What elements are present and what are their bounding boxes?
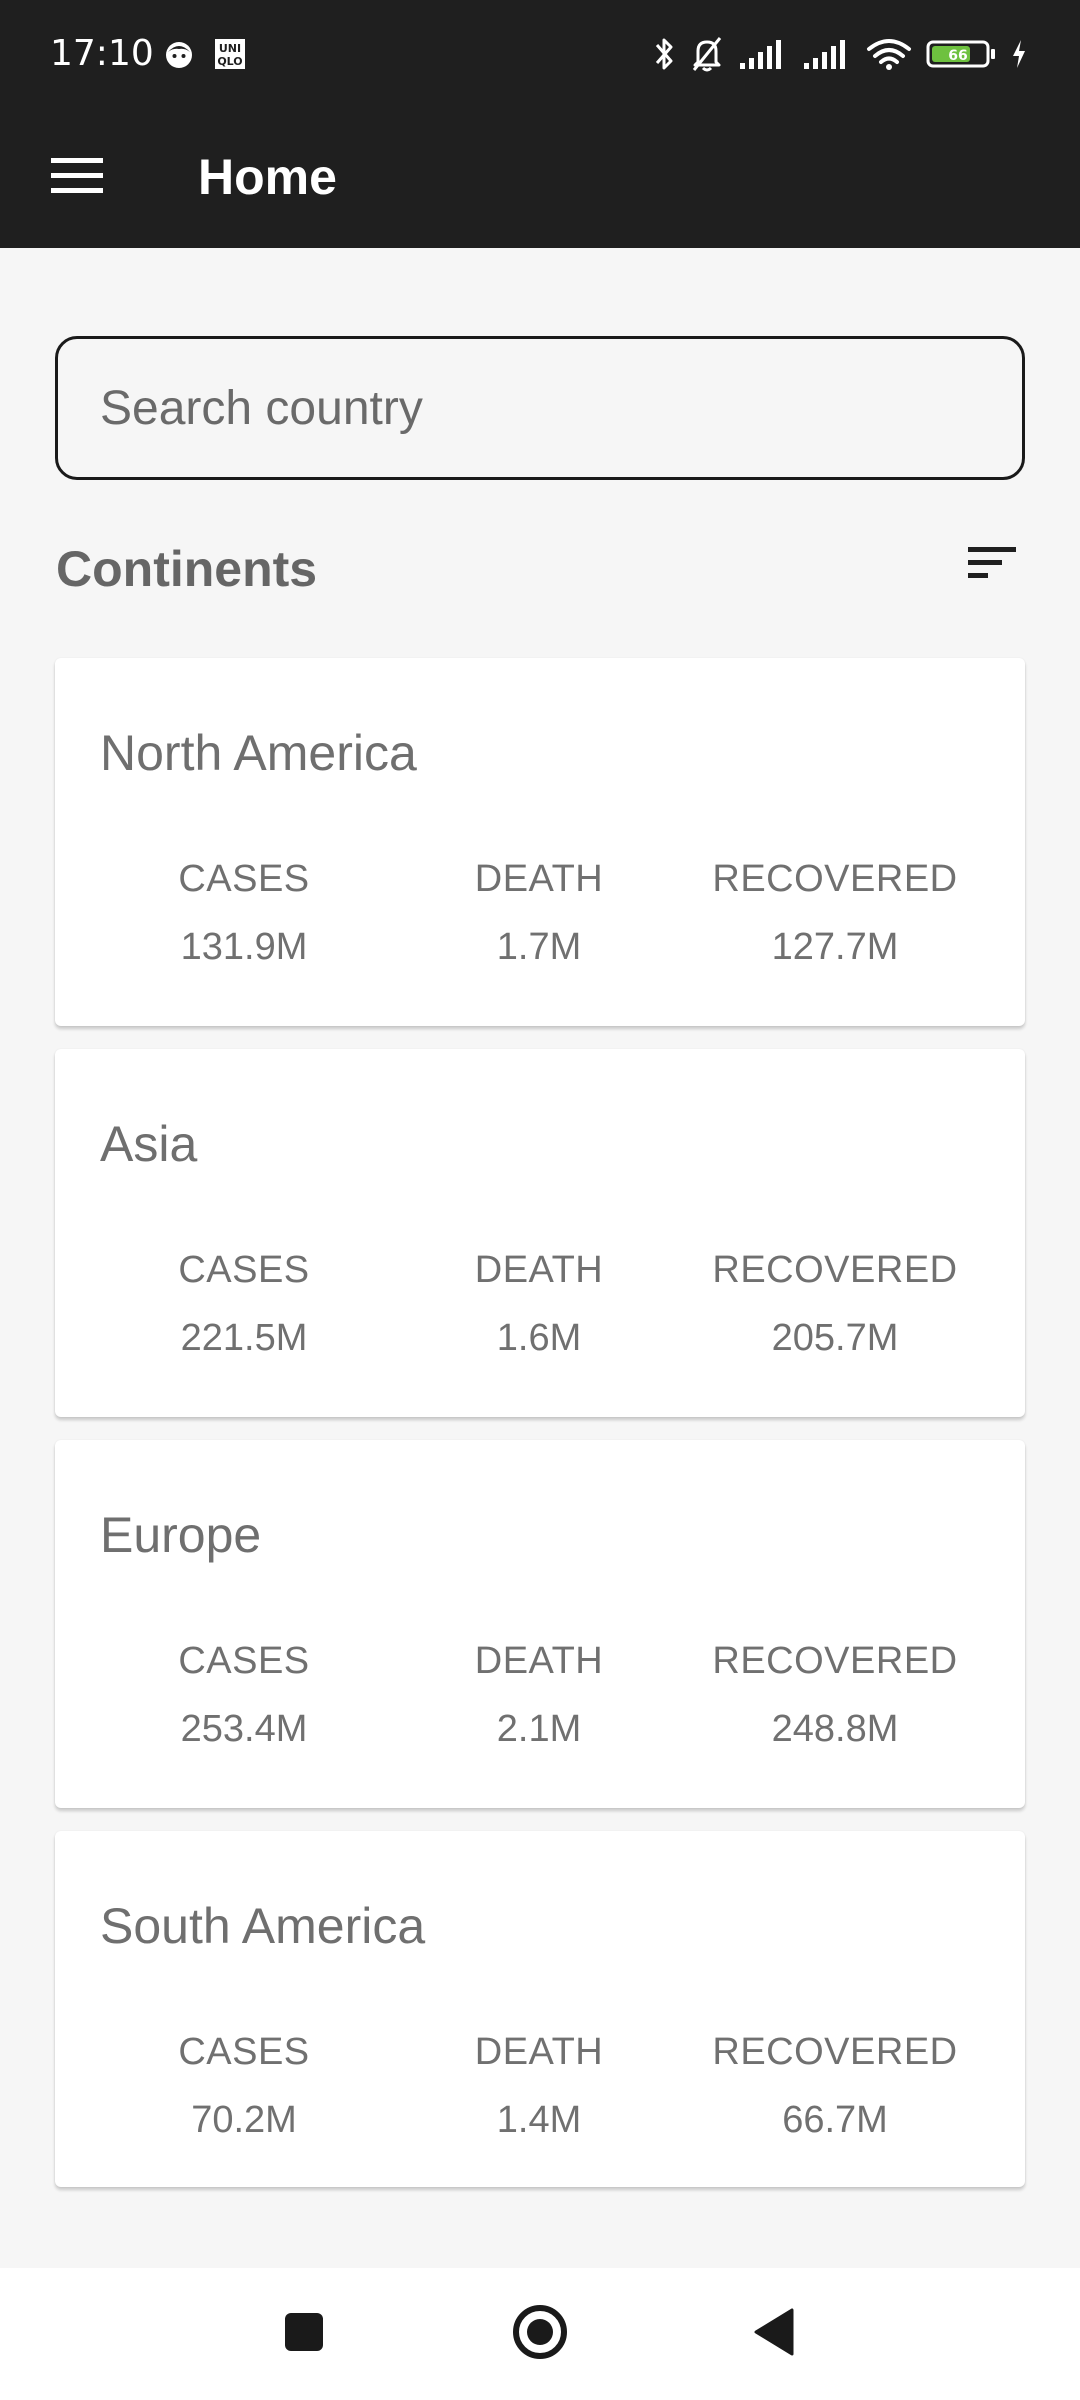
- death-stat: DEATH 2.1M: [389, 1638, 689, 1752]
- recovered-label: RECOVERED: [712, 858, 958, 900]
- recovered-stat: RECOVERED 127.7M: [685, 856, 985, 970]
- continent-name: South America: [100, 1898, 426, 1954]
- death-label: DEATH: [474, 858, 604, 900]
- death-label: DEATH: [474, 1640, 604, 1682]
- cases-stat: CASES 131.9M: [94, 856, 394, 970]
- recovered-value: 248.8M: [771, 1708, 899, 1750]
- death-value: 2.1M: [496, 1708, 582, 1750]
- bell-off-icon: [690, 35, 724, 73]
- charging-icon: [1010, 37, 1028, 71]
- death-value: 1.4M: [496, 2099, 582, 2141]
- cases-stat: CASES 221.5M: [94, 1247, 394, 1361]
- recovered-stat: RECOVERED 205.7M: [685, 1247, 985, 1361]
- sort-icon: [966, 543, 1018, 587]
- wifi-icon: [866, 37, 912, 71]
- death-value: 1.6M: [496, 1317, 582, 1359]
- search-input[interactable]: [98, 379, 982, 437]
- recovered-value: 66.7M: [782, 2099, 888, 2141]
- home-button[interactable]: [500, 2294, 580, 2374]
- continent-name: North America: [100, 725, 417, 781]
- cases-label: CASES: [178, 1249, 310, 1291]
- continent-card-asia[interactable]: Asia CASES 221.5M DEATH 1.6M RECOVERED 2…: [55, 1049, 1025, 1417]
- death-stat: DEATH 1.6M: [389, 1247, 689, 1361]
- sort-button[interactable]: [950, 526, 1034, 604]
- continent-card-south-america[interactable]: South America CASES 70.2M DEATH 1.4M REC…: [55, 1831, 1025, 2187]
- cases-stat: CASES 70.2M: [94, 2029, 394, 2143]
- death-stat: DEATH 1.4M: [389, 2029, 689, 2143]
- cases-stat: CASES 253.4M: [94, 1638, 394, 1752]
- status-time: 17:10: [50, 33, 154, 74]
- recovered-label: RECOVERED: [712, 2031, 958, 2073]
- menu-button[interactable]: [30, 138, 125, 218]
- signal-icon: [802, 37, 852, 71]
- continent-name: Europe: [100, 1507, 262, 1563]
- cases-label: CASES: [178, 858, 310, 900]
- back-button[interactable]: [734, 2294, 814, 2374]
- recents-button[interactable]: [264, 2294, 344, 2374]
- search-field[interactable]: [55, 336, 1025, 480]
- hamburger-menu-icon: [50, 156, 105, 200]
- recovered-value: 205.7M: [771, 1317, 899, 1359]
- battery-icon: 66: [926, 37, 996, 71]
- death-label: DEATH: [474, 1249, 604, 1291]
- recovered-label: RECOVERED: [712, 1640, 958, 1682]
- section-title: Continents: [56, 541, 318, 597]
- system-nav-bar: [0, 2268, 1080, 2400]
- cases-label: CASES: [178, 1640, 310, 1682]
- cases-label: CASES: [178, 2031, 310, 2073]
- battery-level-text: 66: [948, 48, 967, 64]
- uniqlo-notification-icon: UNI QLO: [214, 38, 246, 70]
- status-bar: 17:10 UNI QLO 66: [0, 0, 1080, 108]
- signal-icon: [738, 37, 788, 71]
- cases-value: 221.5M: [180, 1317, 308, 1359]
- cases-value: 70.2M: [191, 2099, 297, 2141]
- recovered-stat: RECOVERED 248.8M: [685, 1638, 985, 1752]
- continent-card-north-america[interactable]: North America CASES 131.9M DEATH 1.7M RE…: [55, 658, 1025, 1026]
- bluetooth-icon: [654, 35, 676, 73]
- uniqlo-logo-text-top: UNI: [219, 42, 241, 55]
- death-stat: DEATH 1.7M: [389, 856, 689, 970]
- continent-name: Asia: [100, 1116, 198, 1172]
- death-label: DEATH: [474, 2031, 604, 2073]
- recents-square-icon: [282, 2310, 326, 2358]
- uniqlo-logo-text-bottom: QLO: [217, 55, 242, 68]
- death-value: 1.7M: [496, 926, 582, 968]
- recovered-stat: RECOVERED 66.7M: [685, 2029, 985, 2143]
- recovered-label: RECOVERED: [712, 1249, 958, 1291]
- face-notification-icon: [163, 38, 195, 70]
- back-triangle-icon: [750, 2306, 798, 2362]
- recovered-value: 127.7M: [771, 926, 899, 968]
- app-bar: Home: [0, 108, 1080, 248]
- home-circle-icon: [511, 2303, 569, 2365]
- cases-value: 253.4M: [180, 1708, 308, 1750]
- continent-card-europe[interactable]: Europe CASES 253.4M DEATH 2.1M RECOVERED…: [55, 1440, 1025, 1808]
- cases-value: 131.9M: [180, 926, 308, 968]
- page-title: Home: [198, 149, 337, 205]
- status-icons: 66: [654, 30, 1028, 78]
